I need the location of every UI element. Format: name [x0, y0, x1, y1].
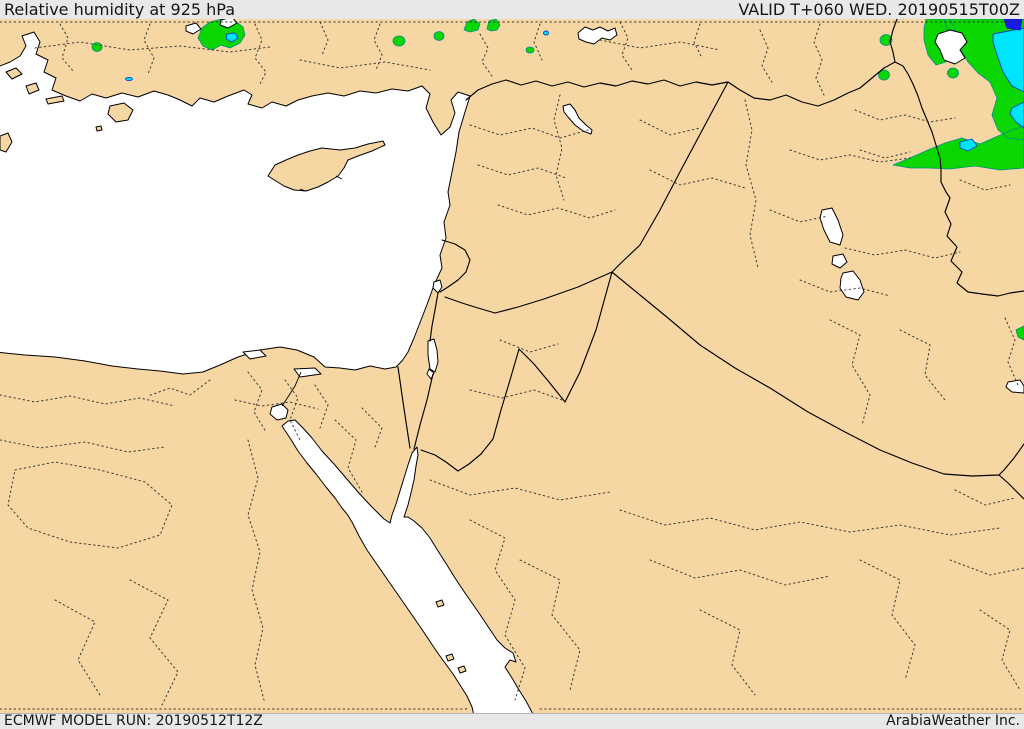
humidity-spot: [947, 67, 959, 79]
map-title-bar: Relative humidity at 925 hPa VALID T+060…: [0, 0, 1024, 19]
humidity-spot: [433, 31, 445, 41]
humidity-spot: [525, 46, 535, 54]
humidity-spot: [91, 42, 103, 52]
model-run-label: ECMWF MODEL RUN: 20190512T12Z: [4, 713, 263, 729]
humidity-spot-cyan: [543, 30, 549, 36]
branding-label: ArabiaWeather Inc.: [886, 713, 1020, 729]
weather-map: [0, 19, 1024, 713]
humidity-spot: [392, 35, 406, 47]
model-run-bar: ECMWF MODEL RUN: 20190512T12Z ArabiaWeat…: [0, 713, 1024, 729]
valid-time-label: VALID T+060 WED. 20190515T00Z: [738, 0, 1020, 19]
humidity-spot-cyan: [125, 76, 133, 82]
page-title: Relative humidity at 925 hPa: [4, 0, 236, 19]
